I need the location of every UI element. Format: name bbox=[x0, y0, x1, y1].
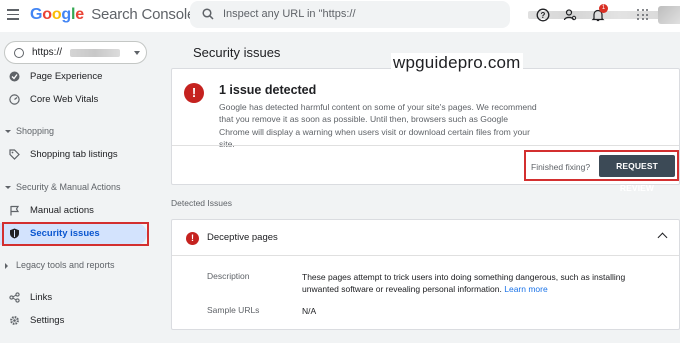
google-apps-icon[interactable] bbox=[637, 9, 648, 20]
account-avatar[interactable] bbox=[658, 6, 680, 24]
sidebar-section-security-manual-actions[interactable]: Security & Manual Actions bbox=[0, 180, 160, 196]
sidebar-section-label: Legacy tools and reports bbox=[16, 260, 115, 270]
manage-users-icon[interactable] bbox=[563, 8, 577, 22]
error-alert-icon: ! bbox=[184, 83, 204, 103]
highlight-box-security-issues bbox=[2, 222, 149, 246]
redacted-property-domain bbox=[70, 49, 120, 57]
search-icon bbox=[202, 8, 214, 20]
sidebar-section-label: Security & Manual Actions bbox=[16, 182, 121, 192]
detected-issue-card: ! Deceptive pages Description These page… bbox=[171, 219, 680, 330]
card-divider bbox=[172, 255, 679, 256]
collapse-caret-icon bbox=[5, 130, 11, 133]
page-experience-icon bbox=[9, 71, 20, 82]
description-value: These pages attempt to trick users into … bbox=[302, 271, 662, 295]
app-logo[interactable]: Google Search Console bbox=[30, 6, 195, 24]
notification-count-badge: 1 bbox=[599, 4, 608, 13]
issue-summary-card: ! 1 issue detected Google has detected h… bbox=[171, 68, 680, 193]
collapse-caret-icon bbox=[5, 186, 11, 189]
sidebar-item-label: Links bbox=[30, 292, 53, 303]
speedometer-icon bbox=[9, 94, 20, 105]
chevron-down-icon bbox=[134, 51, 140, 55]
sidebar-item-label: Manual actions bbox=[30, 205, 94, 216]
logo-google-wordmark: Google bbox=[30, 6, 84, 23]
property-url: https:// bbox=[32, 47, 63, 58]
gear-icon bbox=[10, 316, 19, 325]
highlight-box-request-review bbox=[524, 150, 679, 181]
sample-urls-value: N/A bbox=[302, 306, 317, 316]
detected-issues-heading: Detected Issues bbox=[171, 198, 232, 208]
url-inspection-search[interactable]: Inspect any URL in "https:// / bbox=[190, 1, 669, 28]
expand-caret-icon bbox=[5, 263, 8, 269]
sidebar-item-links[interactable]: Links bbox=[0, 287, 160, 309]
search-placeholder: Inspect any URL in "https:// bbox=[223, 8, 356, 20]
error-alert-icon: ! bbox=[186, 232, 199, 245]
logo-product-name: Search Console bbox=[91, 6, 196, 23]
menu-icon[interactable] bbox=[7, 9, 19, 20]
chevron-up-icon[interactable] bbox=[657, 232, 668, 243]
sidebar-nav: https:// Page Experience Core Web Vitals… bbox=[0, 32, 160, 343]
sidebar-item-label: Shopping tab listings bbox=[30, 149, 118, 160]
sidebar-item-shopping-tab-listings[interactable]: Shopping tab listings bbox=[0, 144, 160, 166]
watermark-text: wpguidepro.com bbox=[391, 53, 523, 73]
description-text: These pages attempt to trick users into … bbox=[302, 272, 626, 294]
card-divider bbox=[172, 145, 679, 146]
learn-more-link[interactable]: Learn more bbox=[504, 284, 547, 294]
sidebar-item-label: Core Web Vitals bbox=[30, 94, 99, 105]
sidebar-item-page-experience[interactable]: Page Experience bbox=[0, 66, 160, 88]
sidebar-section-shopping[interactable]: Shopping bbox=[0, 124, 160, 140]
property-selector[interactable]: https:// bbox=[4, 41, 147, 64]
page-title: Security issues bbox=[193, 45, 281, 60]
globe-icon bbox=[14, 48, 24, 58]
sidebar-item-core-web-vitals[interactable]: Core Web Vitals bbox=[0, 89, 160, 111]
sidebar-section-legacy-tools[interactable]: Legacy tools and reports bbox=[0, 258, 160, 274]
top-app-bar: Google Search Console Inspect any URL in… bbox=[0, 0, 680, 32]
sample-urls-label: Sample URLs bbox=[207, 305, 260, 315]
sidebar-item-label: Settings bbox=[30, 315, 65, 326]
svg-text:?: ? bbox=[541, 11, 546, 20]
issue-count-title: 1 issue detected bbox=[219, 83, 317, 97]
issue-description: Google has detected harmful content on s… bbox=[219, 102, 537, 149]
flag-icon bbox=[10, 205, 20, 216]
description-label: Description bbox=[207, 271, 250, 281]
issue-type-title: Deceptive pages bbox=[207, 232, 278, 243]
tag-icon bbox=[9, 149, 20, 160]
sidebar-item-manual-actions[interactable]: Manual actions bbox=[0, 200, 160, 222]
sidebar-section-label: Shopping bbox=[16, 126, 55, 136]
help-icon[interactable]: ? bbox=[536, 8, 550, 22]
sidebar-item-settings[interactable]: Settings bbox=[0, 310, 160, 332]
sidebar-item-label: Page Experience bbox=[30, 71, 103, 82]
links-icon bbox=[9, 292, 20, 303]
